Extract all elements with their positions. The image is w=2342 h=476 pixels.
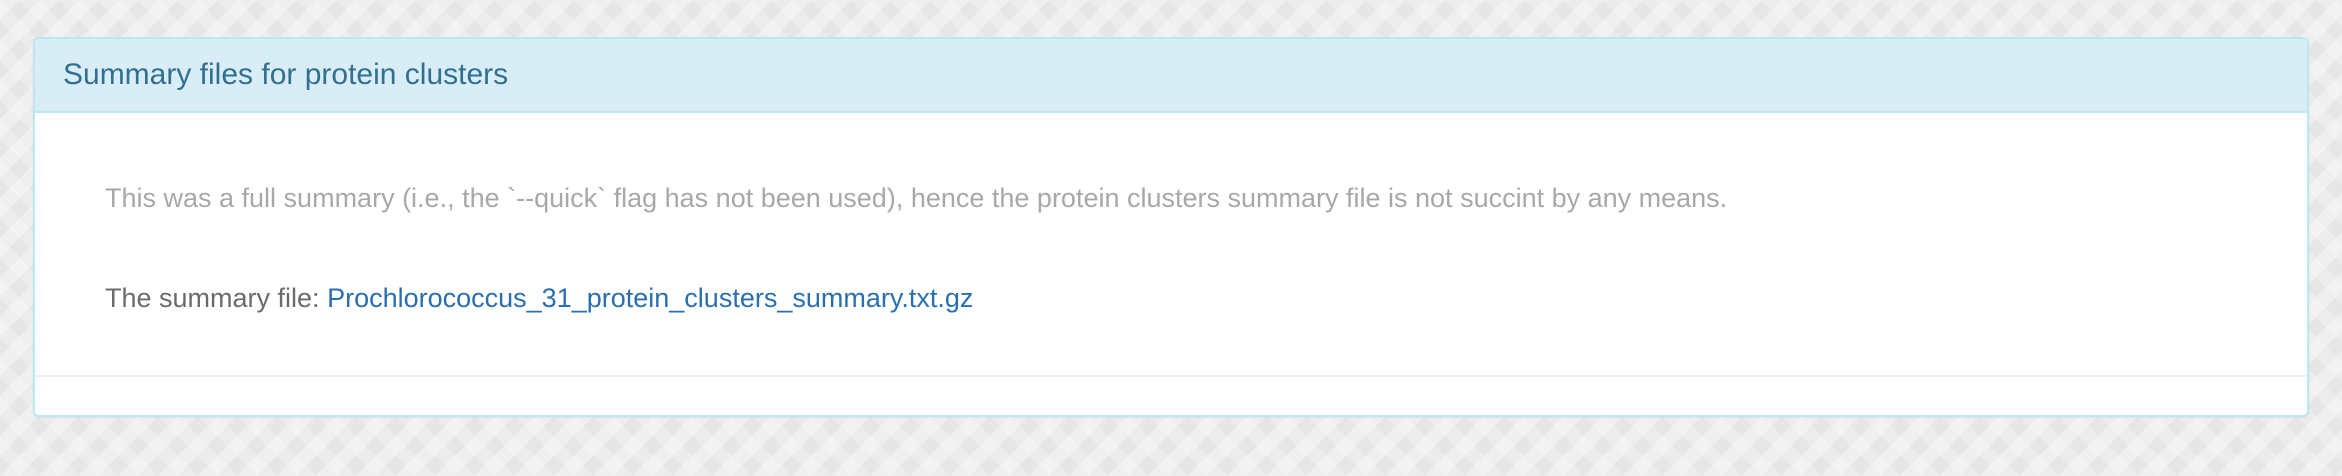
summary-description: This was a full summary (i.e., the `--qu…	[105, 183, 1728, 213]
panel-heading: Summary files for protein clusters	[35, 39, 2307, 113]
summary-panel: Summary files for protein clusters This …	[33, 37, 2309, 417]
summary-file-label: The summary file:	[105, 283, 320, 313]
panel-title: Summary files for protein clusters	[63, 58, 509, 91]
summary-file-line: The summary file: Prochlorococcus_31_pro…	[105, 283, 973, 314]
panel-body: This was a full summary (i.e., the `--qu…	[35, 113, 2307, 377]
summary-file-link[interactable]: Prochlorococcus_31_protein_clusters_summ…	[327, 283, 973, 313]
